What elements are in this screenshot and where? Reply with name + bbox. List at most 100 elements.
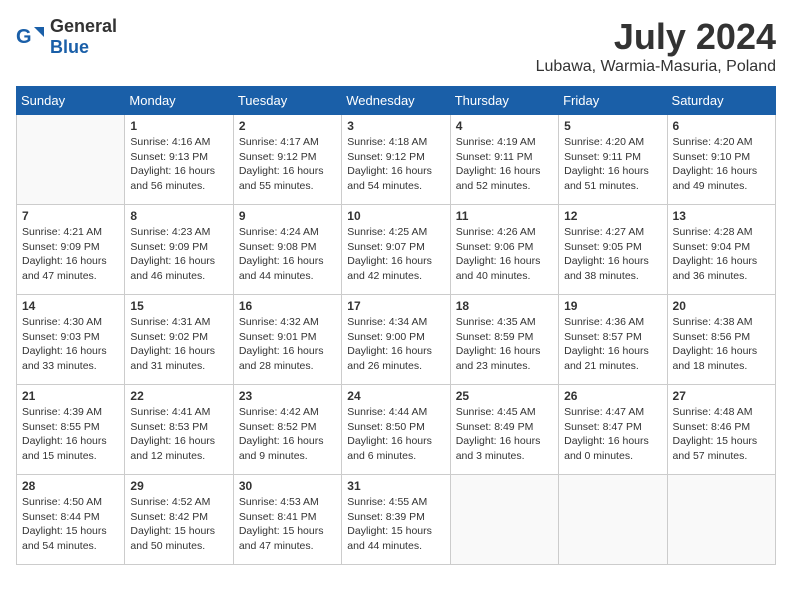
- day-info: Sunrise: 4:19 AM Sunset: 9:11 PM Dayligh…: [456, 135, 553, 194]
- title-area: July 2024 Lubawa, Warmia-Masuria, Poland: [536, 16, 776, 76]
- calendar-cell: 8 Sunrise: 4:23 AM Sunset: 9:09 PM Daylig…: [125, 205, 233, 295]
- day-number: 8: [130, 209, 227, 223]
- weekday-header: Monday: [125, 87, 233, 115]
- month-year: July 2024: [536, 16, 776, 58]
- day-info: Sunrise: 4:32 AM Sunset: 9:01 PM Dayligh…: [239, 315, 336, 374]
- weekday-header: Wednesday: [342, 87, 450, 115]
- logo: G General Blue: [16, 16, 117, 58]
- calendar-cell: 21 Sunrise: 4:39 AM Sunset: 8:55 PM Dayli…: [17, 385, 125, 475]
- day-info: Sunrise: 4:23 AM Sunset: 9:09 PM Dayligh…: [130, 225, 227, 284]
- location: Lubawa, Warmia-Masuria, Poland: [536, 58, 776, 76]
- day-number: 7: [22, 209, 119, 223]
- weekday-header: Thursday: [450, 87, 558, 115]
- day-number: 10: [347, 209, 444, 223]
- calendar-body: 1 Sunrise: 4:16 AM Sunset: 9:13 PM Daylig…: [17, 115, 776, 565]
- calendar-cell: 3Sunrise: 4:18 AM Sunset: 9:12 PM Daylig…: [342, 115, 450, 205]
- day-info: Sunrise: 4:25 AM Sunset: 9:07 PM Dayligh…: [347, 225, 444, 284]
- day-info: Sunrise: 4:34 AM Sunset: 9:00 PM Dayligh…: [347, 315, 444, 374]
- day-number: 19: [564, 299, 661, 313]
- day-number: 20: [673, 299, 770, 313]
- calendar-cell: 24 Sunrise: 4:44 AM Sunset: 8:50 PM Dayli…: [342, 385, 450, 475]
- logo-blue: Blue: [50, 37, 89, 57]
- calendar-cell: 26Sunrise: 4:47 AM Sunset: 8:47 PM Dayli…: [559, 385, 667, 475]
- calendar-cell: 31 Sunrise: 4:55 AM Sunset: 8:39 PM Dayli…: [342, 475, 450, 565]
- day-number: 17: [347, 299, 444, 313]
- day-number: 16: [239, 299, 336, 313]
- calendar-cell: [667, 475, 775, 565]
- day-info: Sunrise: 4:48 AM Sunset: 8:46 PM Dayligh…: [673, 405, 770, 464]
- calendar-cell: 25 Sunrise: 4:45 AM Sunset: 8:49 PM Dayli…: [450, 385, 558, 475]
- day-number: 28: [22, 479, 119, 493]
- weekday-header: Tuesday: [233, 87, 341, 115]
- calendar-cell: 7 Sunrise: 4:21 AM Sunset: 9:09 PM Daylig…: [17, 205, 125, 295]
- day-info: Sunrise: 4:55 AM Sunset: 8:39 PM Dayligh…: [347, 495, 444, 554]
- calendar-cell: 10 Sunrise: 4:25 AM Sunset: 9:07 PM Dayli…: [342, 205, 450, 295]
- day-info: Sunrise: 4:44 AM Sunset: 8:50 PM Dayligh…: [347, 405, 444, 464]
- svg-text:G: G: [16, 26, 32, 48]
- calendar-cell: 9Sunrise: 4:24 AM Sunset: 9:08 PM Daylig…: [233, 205, 341, 295]
- day-number: 13: [673, 209, 770, 223]
- calendar-header: SundayMondayTuesdayWednesdayThursdayFrid…: [17, 87, 776, 115]
- calendar-cell: 14Sunrise: 4:30 AM Sunset: 9:03 PM Dayli…: [17, 295, 125, 385]
- logo-icon: G: [16, 23, 44, 51]
- day-info: Sunrise: 4:52 AM Sunset: 8:42 PM Dayligh…: [130, 495, 227, 554]
- day-info: Sunrise: 4:53 AM Sunset: 8:41 PM Dayligh…: [239, 495, 336, 554]
- day-number: 27: [673, 389, 770, 403]
- calendar-cell: 15 Sunrise: 4:31 AM Sunset: 9:02 PM Dayli…: [125, 295, 233, 385]
- day-number: 9: [239, 209, 336, 223]
- logo-general: General: [50, 16, 117, 36]
- calendar-week-row: 21 Sunrise: 4:39 AM Sunset: 8:55 PM Dayli…: [17, 385, 776, 475]
- calendar-cell: 4 Sunrise: 4:19 AM Sunset: 9:11 PM Daylig…: [450, 115, 558, 205]
- calendar-cell: 16 Sunrise: 4:32 AM Sunset: 9:01 PM Dayli…: [233, 295, 341, 385]
- calendar-cell: 11 Sunrise: 4:26 AM Sunset: 9:06 PM Dayli…: [450, 205, 558, 295]
- day-number: 1: [130, 119, 227, 133]
- weekday-header: Saturday: [667, 87, 775, 115]
- calendar-cell: 30 Sunrise: 4:53 AM Sunset: 8:41 PM Dayli…: [233, 475, 341, 565]
- day-info: Sunrise: 4:26 AM Sunset: 9:06 PM Dayligh…: [456, 225, 553, 284]
- day-info: Sunrise: 4:39 AM Sunset: 8:55 PM Dayligh…: [22, 405, 119, 464]
- day-number: 21: [22, 389, 119, 403]
- day-info: Sunrise: 4:20 AM Sunset: 9:11 PM Dayligh…: [564, 135, 661, 194]
- day-number: 15: [130, 299, 227, 313]
- day-info: Sunrise: 4:45 AM Sunset: 8:49 PM Dayligh…: [456, 405, 553, 464]
- calendar-cell: 27 Sunrise: 4:48 AM Sunset: 8:46 PM Dayli…: [667, 385, 775, 475]
- calendar-cell: 18 Sunrise: 4:35 AM Sunset: 8:59 PM Dayli…: [450, 295, 558, 385]
- day-number: 22: [130, 389, 227, 403]
- day-info: Sunrise: 4:50 AM Sunset: 8:44 PM Dayligh…: [22, 495, 119, 554]
- day-number: 6: [673, 119, 770, 133]
- day-info: Sunrise: 4:16 AM Sunset: 9:13 PM Dayligh…: [130, 135, 227, 194]
- calendar-cell: 29Sunrise: 4:52 AM Sunset: 8:42 PM Dayli…: [125, 475, 233, 565]
- calendar-cell: 28 Sunrise: 4:50 AM Sunset: 8:44 PM Dayli…: [17, 475, 125, 565]
- calendar-cell: [450, 475, 558, 565]
- day-number: 24: [347, 389, 444, 403]
- day-info: Sunrise: 4:28 AM Sunset: 9:04 PM Dayligh…: [673, 225, 770, 284]
- day-number: 4: [456, 119, 553, 133]
- calendar-cell: 23Sunrise: 4:42 AM Sunset: 8:52 PM Dayli…: [233, 385, 341, 475]
- weekday-header-row: SundayMondayTuesdayWednesdayThursdayFrid…: [17, 87, 776, 115]
- header: G General Blue July 2024 Lubawa, Warmia-…: [16, 16, 776, 76]
- calendar-week-row: 14Sunrise: 4:30 AM Sunset: 9:03 PM Dayli…: [17, 295, 776, 385]
- weekday-header: Friday: [559, 87, 667, 115]
- day-number: 25: [456, 389, 553, 403]
- calendar: SundayMondayTuesdayWednesdayThursdayFrid…: [16, 86, 776, 565]
- calendar-week-row: 28 Sunrise: 4:50 AM Sunset: 8:44 PM Dayli…: [17, 475, 776, 565]
- weekday-header: Sunday: [17, 87, 125, 115]
- calendar-week-row: 1 Sunrise: 4:16 AM Sunset: 9:13 PM Daylig…: [17, 115, 776, 205]
- calendar-cell: 5Sunrise: 4:20 AM Sunset: 9:11 PM Daylig…: [559, 115, 667, 205]
- day-info: Sunrise: 4:41 AM Sunset: 8:53 PM Dayligh…: [130, 405, 227, 464]
- day-info: Sunrise: 4:35 AM Sunset: 8:59 PM Dayligh…: [456, 315, 553, 374]
- day-number: 31: [347, 479, 444, 493]
- calendar-cell: 22 Sunrise: 4:41 AM Sunset: 8:53 PM Dayli…: [125, 385, 233, 475]
- day-number: 11: [456, 209, 553, 223]
- day-number: 18: [456, 299, 553, 313]
- day-info: Sunrise: 4:47 AM Sunset: 8:47 PM Dayligh…: [564, 405, 661, 464]
- calendar-cell: 17 Sunrise: 4:34 AM Sunset: 9:00 PM Dayli…: [342, 295, 450, 385]
- day-number: 30: [239, 479, 336, 493]
- calendar-cell: 12Sunrise: 4:27 AM Sunset: 9:05 PM Dayli…: [559, 205, 667, 295]
- day-info: Sunrise: 4:38 AM Sunset: 8:56 PM Dayligh…: [673, 315, 770, 374]
- day-info: Sunrise: 4:31 AM Sunset: 9:02 PM Dayligh…: [130, 315, 227, 374]
- day-info: Sunrise: 4:42 AM Sunset: 8:52 PM Dayligh…: [239, 405, 336, 464]
- day-info: Sunrise: 4:21 AM Sunset: 9:09 PM Dayligh…: [22, 225, 119, 284]
- logo-text: General Blue: [50, 16, 117, 58]
- calendar-cell: 20 Sunrise: 4:38 AM Sunset: 8:56 PM Dayli…: [667, 295, 775, 385]
